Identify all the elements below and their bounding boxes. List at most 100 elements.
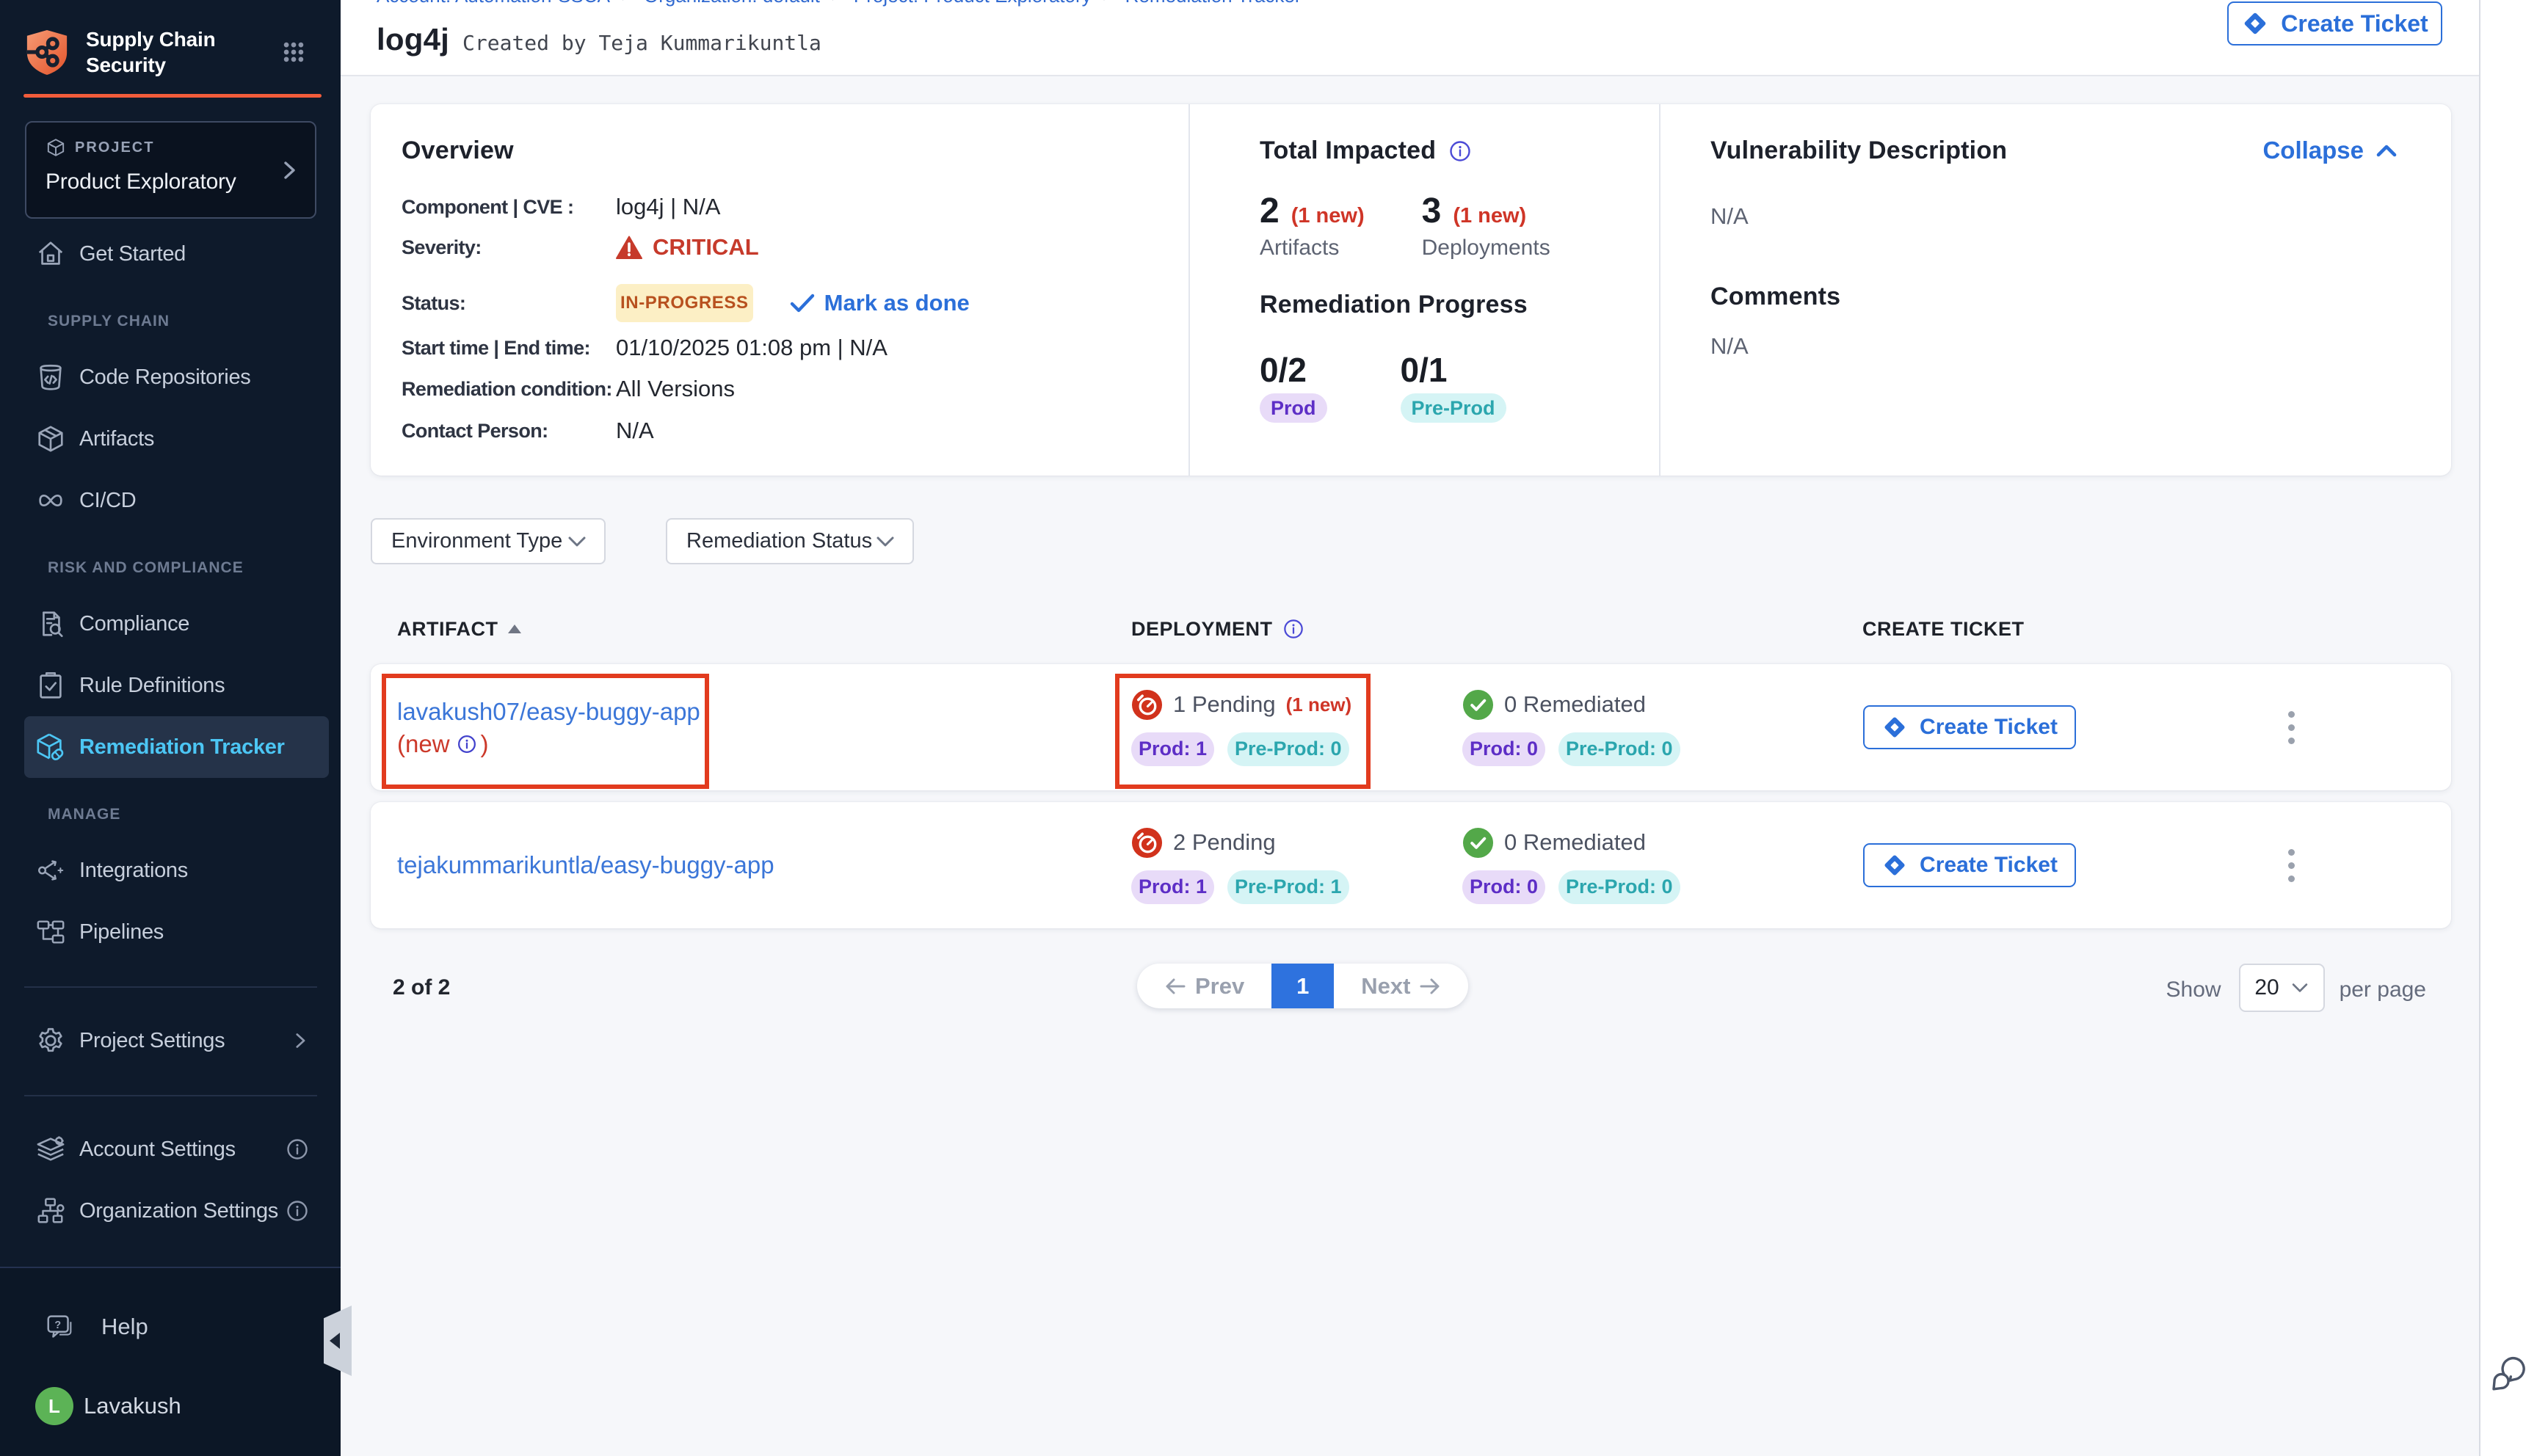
remediated-cell: 0 Remediated Prod: 0 Pre-Prod: 0 [1439,689,1835,766]
pending-new-tag: (1 new) [1286,694,1352,716]
info-icon[interactable] [1283,619,1304,639]
pending-count: 2 Pending [1173,829,1276,856]
column-header-deployment: DEPLOYMENT [1101,618,1439,641]
supply-chain-security-logo-icon [24,29,70,76]
project-label: PROJECT [75,139,154,156]
vulnerability-description-value: N/A [1710,203,2398,230]
condition-row: Remediation condition: All Versions [402,375,1188,403]
sidebar-item-code-repositories[interactable]: Code Repositories [24,346,329,408]
sidebar-item-project-settings[interactable]: Project Settings [24,1010,329,1071]
sidebar: Supply Chain Security PROJECT Product Ex… [0,0,341,1456]
pagination: 2 of 2 Prev 1 Next Show [371,964,2451,1022]
sidebar-item-account-settings[interactable]: Account Settings [24,1118,329,1180]
page-header: Account: Automation-SSCA > Organization:… [341,0,2479,76]
sort-ascending-icon [508,625,521,633]
page-size-select[interactable]: 20 [2239,964,2325,1012]
org-gear-icon [35,1195,66,1226]
breadcrumb-account[interactable]: Account: Automation-SSCA [377,0,610,7]
table-header: ARTIFACT DEPLOYMENT CREATE TICKET [371,614,2451,644]
infinity-icon [35,485,66,516]
table-row: tejakummarikuntla/easy-buggy-app 2 Pendi… [371,802,2451,928]
info-icon[interactable] [457,735,476,754]
environment-type-select[interactable]: Environment Type [371,518,606,564]
remediation-status-select[interactable]: Remediation Status [666,518,914,564]
next-page-button[interactable]: Next [1334,964,1468,1008]
help-label: Help [101,1314,148,1340]
breadcrumb-project[interactable]: Project: Product Exploratory [854,0,1092,7]
overview-heading: Overview [402,136,1188,165]
table-row: lavakush07/easy-buggy-app (new ) [371,664,2451,790]
home-icon [35,239,66,269]
chat-bubbles-icon[interactable] [2490,1355,2528,1393]
status-row: Status: IN-PROGRESS Mark as done [402,284,1188,322]
pending-timer-icon [1131,689,1163,721]
chevron-down-icon [876,535,895,548]
remediated-cell: 0 Remediated Prod: 0 Pre-Prod: 0 [1439,827,1835,904]
pager: Prev 1 Next [1137,964,1468,1008]
preprod-badge: Pre-Prod [1401,393,1506,423]
layers-gear-icon [35,1134,66,1165]
right-rail [2479,0,2537,1456]
sidebar-item-rule-definitions[interactable]: Rule Definitions [24,655,329,716]
code-repo-icon [35,362,66,393]
overview-card: Overview Component | CVE : log4j | N/A S… [371,104,2451,476]
info-icon[interactable] [1449,140,1471,162]
sidebar-item-cicd[interactable]: CI/CD [24,470,329,531]
pipelines-icon [35,917,66,947]
breadcrumb-organization[interactable]: Organization: default [644,0,820,7]
sidebar-item-pipelines[interactable]: Pipelines [24,901,329,963]
artifact-link[interactable]: lavakush07/easy-buggy-app [397,696,1101,728]
artifacts-stat: 2 (1 new) Artifacts [1260,193,1365,261]
component-cve-row: Component | CVE : log4j | N/A [402,193,1188,221]
sidebar-item-artifacts[interactable]: Artifacts [24,408,329,470]
sidebar-item-organization-settings[interactable]: Organization Settings [24,1180,329,1242]
ticket-diamond-icon [1881,852,1908,878]
create-ticket-button[interactable]: Create Ticket [1863,843,2076,887]
column-header-artifact[interactable]: ARTIFACT [371,618,1101,641]
help-button[interactable]: ? Help [0,1296,341,1358]
ticket-diamond-icon [1881,714,1908,740]
svg-text:?: ? [54,1320,61,1331]
severity-row: Severity: CRITICAL [402,233,1188,261]
sidebar-nav: Get Started SUPPLY CHAIN Code Repositori… [0,223,341,1242]
time-row: Start time | End time: 01/10/2025 01:08 … [402,334,1188,362]
user-menu[interactable]: L Lavakush [0,1378,341,1434]
breadcrumb-separator: > [832,0,842,7]
artifact-link[interactable]: tejakummarikuntla/easy-buggy-app [397,849,1101,881]
preprod-progress: 0/1 Pre-Prod [1401,353,1506,423]
document-search-icon [35,608,66,639]
sidebar-item-compliance[interactable]: Compliance [24,593,329,655]
status-badge: IN-PROGRESS [616,284,753,322]
breadcrumb-separator: > [1103,0,1114,7]
info-icon[interactable] [286,1138,308,1160]
prev-page-button[interactable]: Prev [1137,964,1271,1008]
module-switcher-grid-icon[interactable] [282,40,305,64]
info-icon[interactable] [286,1200,308,1222]
per-page-label: per page [2340,978,2426,1002]
arrow-left-icon [1164,978,1186,995]
sidebar-item-remediation-tracker[interactable]: Remediation Tracker [24,716,329,778]
artifact-new-tag: (new ) [397,729,1101,759]
row-menu-kebab-icon[interactable] [2281,842,2302,889]
preprod-badge: Pre-Prod: 0 [1558,732,1680,766]
create-ticket-button[interactable]: Create Ticket [1863,705,2076,749]
impact-column: Total Impacted 2 (1 new) Artifacts [1190,104,1661,476]
ticket-diamond-icon [2241,10,2269,37]
pending-timer-icon [1131,827,1163,859]
sidebar-section-supply-chain: SUPPLY CHAIN [48,307,341,336]
brand-underline [23,94,322,98]
chevron-right-icon [292,1032,308,1049]
sidebar-item-get-started[interactable]: Get Started [24,223,329,285]
create-ticket-button[interactable]: Create Ticket [2227,1,2442,46]
page-title: log4j [377,22,449,57]
mark-as-done-button[interactable]: Mark as done [790,290,970,316]
comments-value: N/A [1710,333,2398,360]
project-selector[interactable]: PROJECT Product Exploratory [25,121,316,219]
collapse-button[interactable]: Collapse [2262,136,2398,164]
current-page-button[interactable]: 1 [1271,964,1334,1008]
sidebar-item-integrations[interactable]: Integrations [24,840,329,901]
row-menu-kebab-icon[interactable] [2281,704,2302,751]
breadcrumb-remediation-tracker[interactable]: Remediation Tracker [1125,0,1302,7]
chevron-down-icon [2291,982,2309,994]
description-column: Vulnerability Description N/A Comments N… [1661,104,2451,476]
